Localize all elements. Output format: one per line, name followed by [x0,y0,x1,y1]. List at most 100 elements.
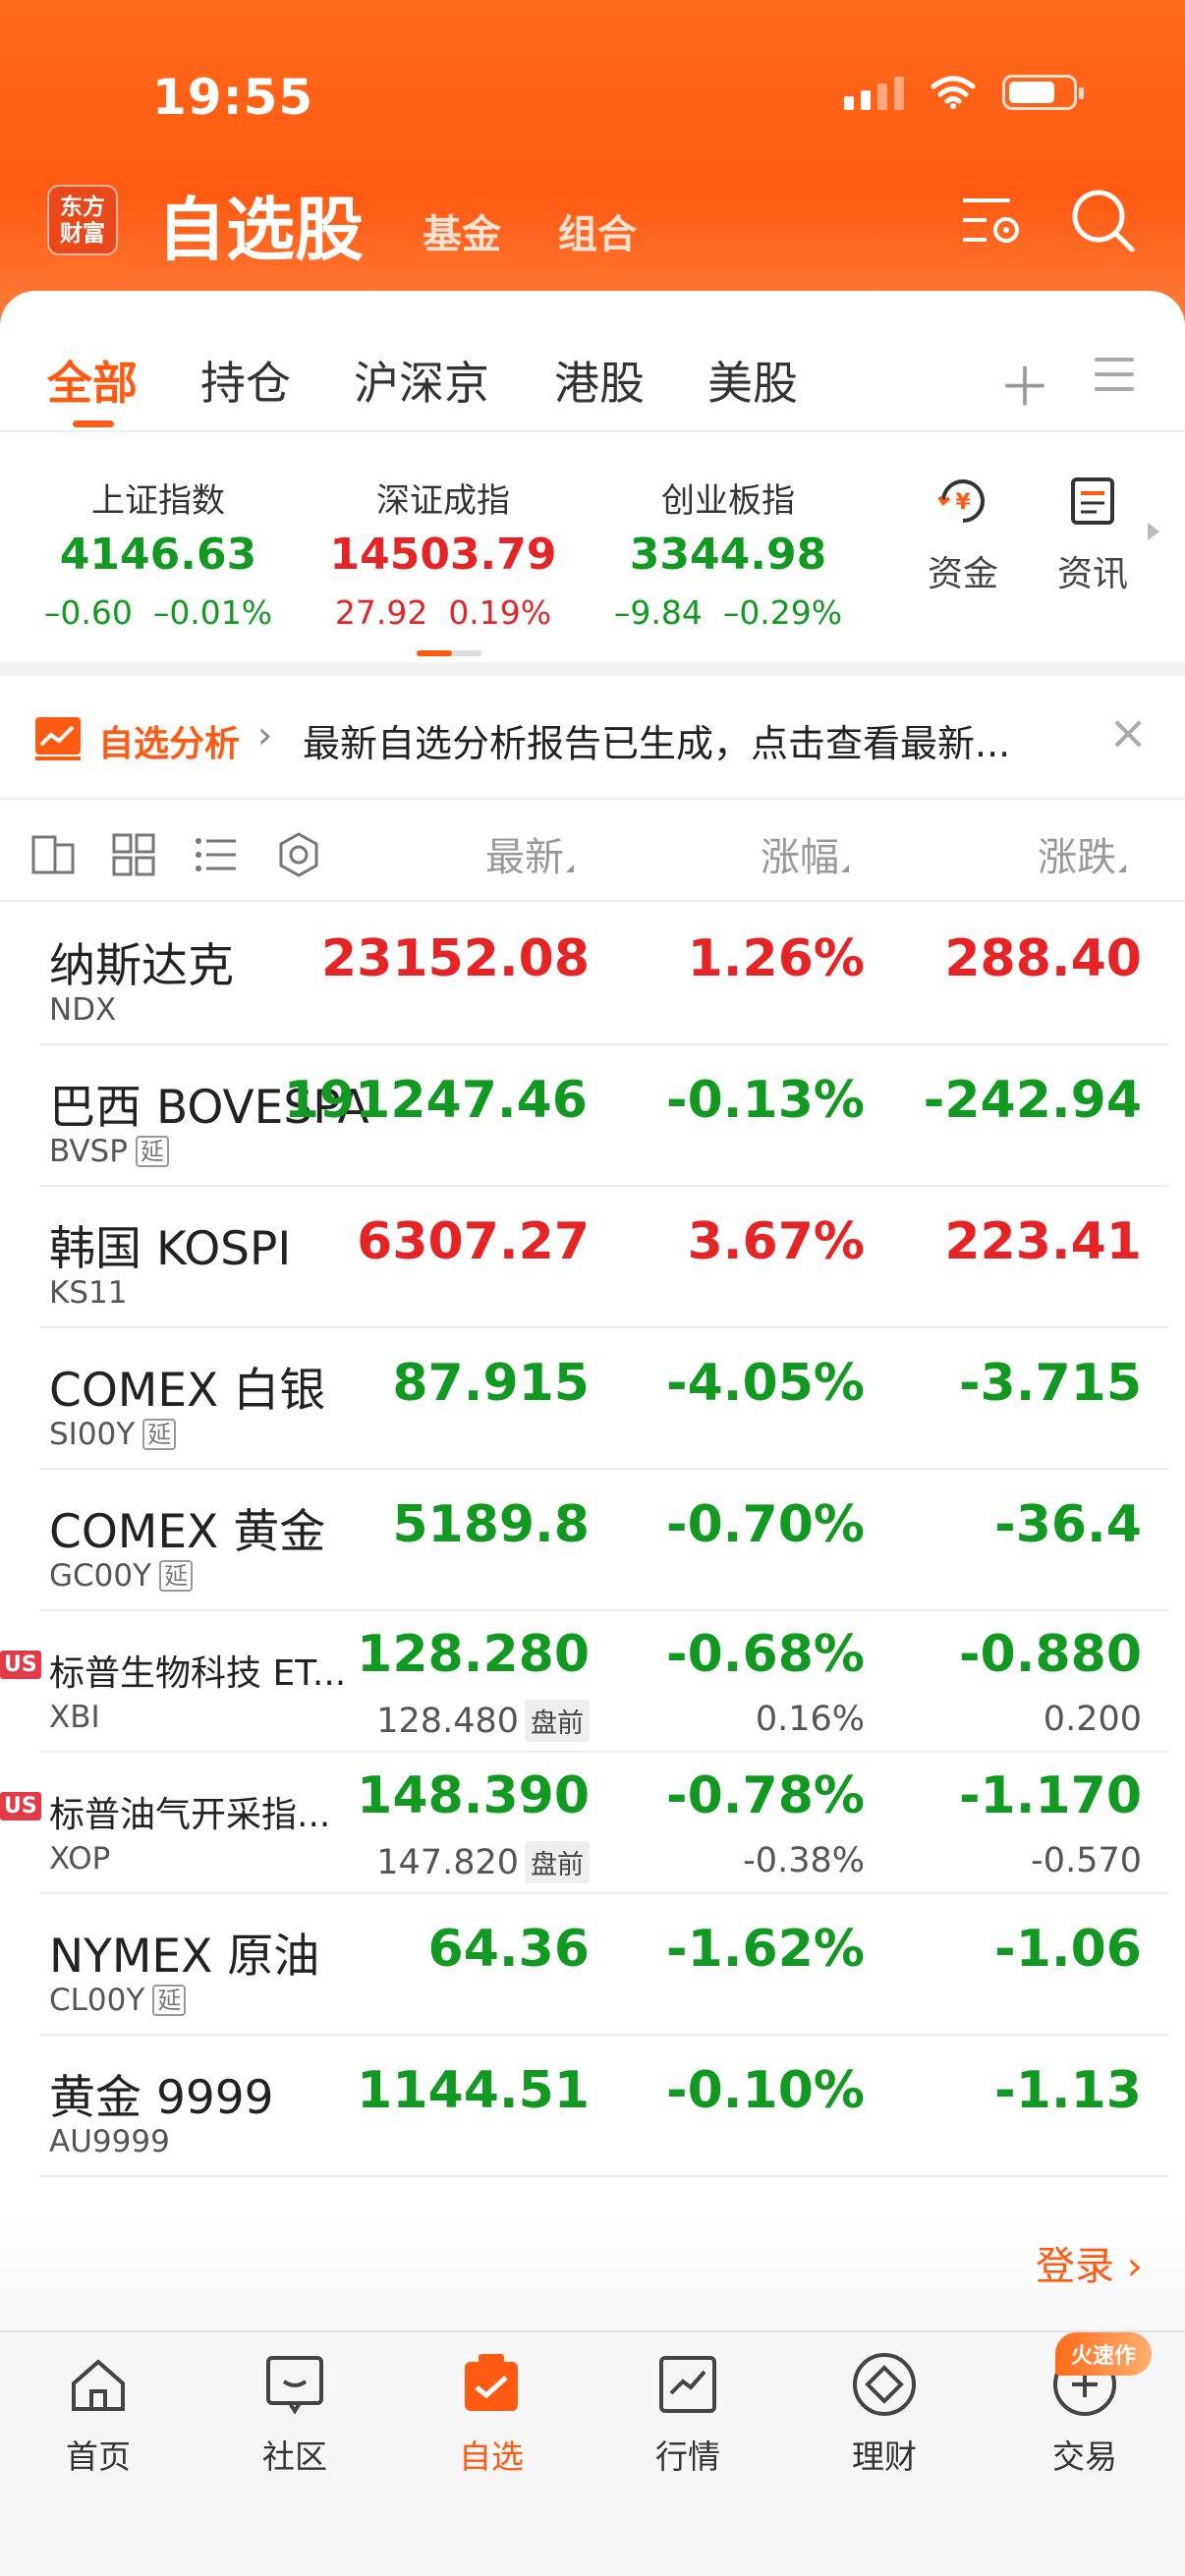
login-link[interactable]: 登录 › [1036,2234,1143,2291]
index-card[interactable]: 创业板指 3344.98 –9.84 –0.29% [586,474,871,632]
index-change: –0.60 –0.01% [43,593,273,632]
chevron-right-icon: › [257,713,273,756]
funds-label: 资金 [927,554,998,594]
col-change[interactable]: 涨跌 [1038,825,1126,882]
tabbar-watchlist[interactable]: 自选 [423,2350,560,2478]
app-header: 19:55 东方 财富 自选股 基金 组合 [0,0,1185,324]
row-pct: -0.13% [666,1071,865,1130]
tab-funds[interactable]: 基金 [423,202,501,259]
tab-a-shares[interactable]: 沪深京 [354,348,489,413]
status-icons [844,75,1084,110]
row-name: COMEX 黄金 [49,1505,326,1559]
tab-holdings[interactable]: 持仓 [200,348,291,413]
index-change: –9.84 –0.29% [613,593,843,632]
funds-link[interactable]: ¥ 资金 [914,474,1012,596]
table-row[interactable]: 黄金 9999 AU9999 1144.51 -0.10% -1.13 [39,2036,1169,2177]
settings-icon[interactable] [959,187,1028,255]
tabbar-wealth[interactable]: 理财 [816,2350,953,2478]
table-row[interactable]: US 标普油气开采指... XOP 148.390 -0.78% -1.170 … [0,1753,1169,1894]
col-change-pct[interactable]: 涨幅 [761,825,849,882]
table-row[interactable]: US 标普生物科技 ET... XBI 128.280 -0.68% -0.88… [0,1611,1169,1753]
index-card[interactable]: 深证成指 14503.79 27.92 0.19% [301,474,586,632]
row-change: -36.4 [994,1495,1142,1554]
delay-badge: 延 [142,1419,177,1450]
us-market-badge: US [0,1792,41,1820]
row-pct: 1.26% [687,929,865,988]
yuan-coin-icon: ¥ [937,479,985,523]
menu-icon[interactable] [1095,358,1134,402]
row-change: -1.170 [958,1766,1142,1825]
grid-view-icon[interactable] [110,831,157,878]
col-latest[interactable]: 最新 [485,825,574,882]
settings-gear-icon[interactable] [275,831,322,878]
row-price: 5189.8 [392,1495,590,1554]
market-tabs: 全部 持仓 沪深京 港股 美股 ＋ [0,330,1185,432]
tabbar-home[interactable]: 首页 [29,2350,167,2478]
logo-line2: 财富 [60,221,105,247]
analysis-banner[interactable]: 自选分析 › 最新自选分析报告已生成，点击查看最新... × [0,676,1185,800]
row-code: XBI [49,1700,100,1735]
row-change: -1.06 [994,1920,1142,1979]
banner-text: 最新自选分析报告已生成，点击查看最新... [303,722,1011,765]
table-row[interactable]: 巴西 BOVESPA BVSP 延 191247.46 -0.13% -242.9… [39,1045,1169,1187]
watchlist-icon [465,2354,518,2411]
table-row[interactable]: 纳斯达克 NDX 23152.08 1.26% 288.40 [39,904,1169,1045]
home-icon [72,2359,125,2411]
row-code: SI00Y 延 [49,1417,177,1452]
row-code: XOP [49,1841,111,1876]
premarket-pct: 0.16% [755,1700,865,1739]
table-row[interactable]: COMEX 白银 SI00Y 延 87.915 -4.05% -3.715 [39,1328,1169,1470]
row-pct: -0.68% [666,1625,865,1684]
premarket-badge: 盘前 [525,1841,590,1883]
premarket-badge: 盘前 [525,1700,590,1742]
divider [0,662,1185,676]
index-price: 14503.79 [329,530,557,580]
row-pct: -0.70% [666,1495,865,1554]
index-card[interactable]: 上证指数 4146.63 –0.60 –0.01% [16,474,301,632]
edit-list-icon[interactable] [29,831,77,878]
column-header: 最新 涨幅 涨跌 [0,802,1185,902]
scroll-right-icon[interactable] [1148,523,1159,540]
tab-portfolio[interactable]: 组合 [558,202,637,259]
row-code: BVSP 延 [49,1134,169,1169]
tabbar-community[interactable]: 社区 [226,2350,364,2478]
app-logo[interactable]: 东方 财富 [47,185,118,255]
page-title: 自选股 [157,190,364,270]
chart-trend-icon [35,717,81,760]
promo-badge[interactable]: 火速作 [1055,2332,1153,2376]
index-price: 4146.63 [59,530,257,580]
news-label: 资讯 [1056,554,1128,594]
index-change: 27.92 0.19% [334,593,552,632]
chart-icon [659,2356,716,2413]
tab-us[interactable]: 美股 [707,348,798,413]
table-row[interactable]: COMEX 黄金 GC00Y 延 5189.8 -0.70% -36.4 [39,1470,1169,1611]
row-name: COMEX 白银 [49,1364,326,1418]
row-price: 87.915 [392,1354,590,1413]
add-tab-icon[interactable]: ＋ [998,344,1051,421]
battery-icon [1002,75,1084,110]
bottom-tabbar: 首页 社区 自选 行情 理财 交易 [0,2330,1185,2576]
tabbar-market[interactable]: 行情 [619,2350,757,2478]
close-icon[interactable]: × [1108,705,1148,760]
delay-badge: 延 [159,1560,194,1592]
row-price: 191247.46 [283,1071,588,1130]
tab-all[interactable]: 全部 [47,348,138,413]
list-view-icon[interactable] [193,831,240,878]
table-row[interactable]: NYMEX 原油 CL00Y 延 64.36 -1.62% -1.06 [39,1894,1169,2036]
search-icon[interactable] [1069,187,1138,255]
tab-hk[interactable]: 港股 [554,348,645,413]
row-price: 128.280 [357,1625,590,1684]
news-link[interactable]: 资讯 [1044,474,1142,596]
row-price: 23152.08 [320,929,590,988]
row-code: NDX [49,992,117,1028]
table-row[interactable]: 韩国 KOSPI KS11 6307.27 3.67% 223.41 [39,1187,1169,1328]
row-price: 64.36 [427,1920,590,1979]
footer-area [0,2212,1185,2330]
premarket-pct: -0.38% [743,1841,865,1880]
quote-list: 纳斯达克 NDX 23152.08 1.26% 288.40 巴西 BOVESP… [0,904,1185,2177]
delay-badge: 延 [135,1136,169,1167]
row-code: GC00Y 延 [49,1558,194,1594]
index-name: 上证指数 [91,481,225,521]
row-name: 标普生物科技 ET... [49,1653,347,1694]
row-price: 1144.51 [357,2061,590,2120]
